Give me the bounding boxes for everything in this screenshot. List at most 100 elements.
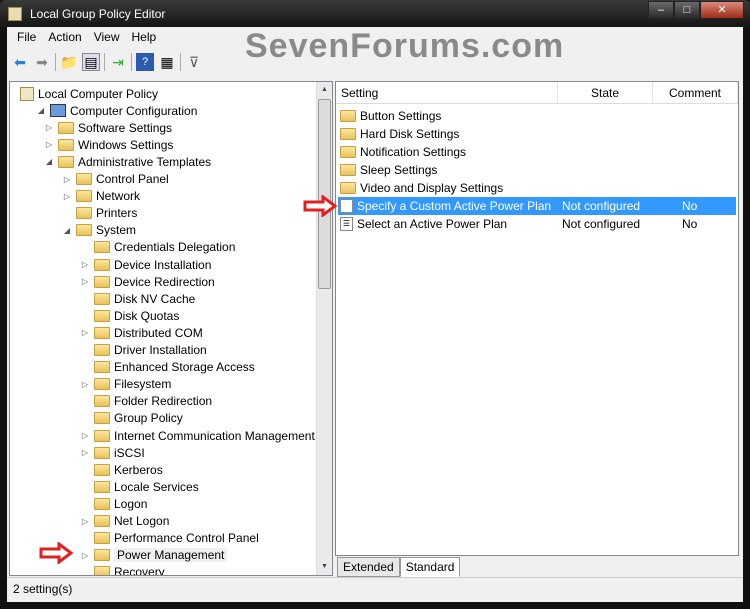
expanded-arrow-icon[interactable]: ◢ xyxy=(36,106,46,115)
tree-item-label: iSCSI xyxy=(114,445,145,460)
tree-item[interactable]: ▷ Power Management xyxy=(80,547,228,564)
expanded-arrow-icon[interactable]: ◢ xyxy=(62,226,72,235)
tree-item[interactable]: Local Computer Policy xyxy=(16,85,158,102)
close-button[interactable]: ✕ xyxy=(700,1,744,19)
tree-item[interactable]: ▷ Network xyxy=(62,188,140,205)
expanded-arrow-icon[interactable]: ◢ xyxy=(44,157,54,166)
tree-item[interactable]: ▷ Windows Settings xyxy=(44,136,173,153)
tree-item[interactable]: Recovery xyxy=(80,564,165,575)
list-row[interactable]: Hard Disk Settings xyxy=(338,125,736,143)
menu-help[interactable]: Help xyxy=(126,27,163,47)
list-row[interactable]: ☰ Select an Active Power Plan Not configur… xyxy=(338,215,736,233)
collapsed-arrow-icon[interactable]: ▷ xyxy=(62,192,72,201)
column-comment[interactable]: Comment xyxy=(653,82,738,103)
tree-item[interactable]: Logon xyxy=(80,495,147,512)
tree-item[interactable]: ▷ iSCSI xyxy=(80,444,145,461)
list-row[interactable]: ☰ Specify a Custom Active Power Plan Not c… xyxy=(338,197,736,215)
list-row[interactable]: Video and Display Settings xyxy=(338,179,736,197)
tree-item-label: Performance Control Panel xyxy=(114,531,259,546)
folder-icon xyxy=(76,173,92,185)
tree-item[interactable]: ▷ Device Redirection xyxy=(80,273,215,290)
folder-icon xyxy=(94,275,110,288)
scroll-thumb[interactable] xyxy=(318,99,331,289)
list-row[interactable]: Sleep Settings xyxy=(338,161,736,179)
tree-item[interactable]: Enhanced Storage Access xyxy=(80,359,255,376)
folder-icon xyxy=(58,138,74,151)
tree-item[interactable]: ◢ System xyxy=(62,222,136,239)
collapsed-arrow-icon[interactable]: ▷ xyxy=(80,431,90,440)
folder-icon xyxy=(340,146,356,158)
show-action-pane-icon[interactable]: ▦ xyxy=(158,53,176,71)
setting-comment: No xyxy=(682,217,698,231)
tree-item[interactable]: ▷ Device Installation xyxy=(80,256,211,273)
collapsed-arrow-icon[interactable]: ▷ xyxy=(80,260,90,269)
tree-item[interactable]: ◢ Computer Configuration xyxy=(36,102,197,119)
minimize-button[interactable]: – xyxy=(648,1,674,19)
scroll-down-icon[interactable]: ▼ xyxy=(317,559,332,575)
tree-item-label: Credentials Delegation xyxy=(114,240,236,255)
forward-icon[interactable]: ➡ xyxy=(33,53,51,71)
collapsed-arrow-icon[interactable]: ▷ xyxy=(80,277,90,286)
tree-item[interactable]: Driver Installation xyxy=(80,342,207,359)
tree-item[interactable]: ▷ Net Logon xyxy=(80,513,169,530)
tree-item[interactable]: ▷ Control Panel xyxy=(62,171,169,188)
menu-view[interactable]: View xyxy=(88,27,126,47)
show-hide-tree-icon[interactable]: ▤ xyxy=(82,53,100,71)
tree-item-label: Locale Services xyxy=(114,479,199,494)
column-setting[interactable]: Setting xyxy=(336,82,558,103)
tree-item[interactable]: Performance Control Panel xyxy=(80,530,259,547)
column-state[interactable]: State xyxy=(558,82,653,103)
folder-icon xyxy=(94,344,110,356)
collapsed-arrow-icon[interactable]: ▷ xyxy=(80,517,90,526)
tree-item-label: Software Settings xyxy=(78,120,173,135)
tree-item[interactable]: Disk Quotas xyxy=(80,307,179,324)
tree-item[interactable]: Kerberos xyxy=(80,461,163,478)
annotation-arrow-icon xyxy=(39,542,73,564)
back-icon[interactable]: ⬅ xyxy=(11,53,29,71)
tree-scrollbar[interactable]: ▲ ▼ xyxy=(316,82,332,575)
tree-item[interactable]: Disk NV Cache xyxy=(80,290,195,307)
tree-item[interactable]: Folder Redirection xyxy=(80,393,212,410)
up-folder-icon[interactable]: 📁 xyxy=(60,53,78,71)
tree-item[interactable]: Locale Services xyxy=(80,478,199,495)
tree-item[interactable]: Credentials Delegation xyxy=(80,239,235,256)
filter-icon[interactable]: ⊽ xyxy=(185,53,203,71)
tree-item-label: Enhanced Storage Access xyxy=(114,360,255,375)
tree-item[interactable]: ▷ Filesystem xyxy=(80,376,171,393)
collapsed-arrow-icon[interactable]: ▷ xyxy=(44,123,54,132)
annotation-arrow-icon xyxy=(303,195,337,217)
list-row[interactable]: Button Settings xyxy=(338,107,736,125)
tree-item[interactable]: ▷ Distributed COM xyxy=(80,324,203,341)
tree-item-label: Disk NV Cache xyxy=(114,291,196,306)
tree-item[interactable]: ◢ Administrative Templates xyxy=(44,153,211,170)
folder-icon xyxy=(94,395,110,408)
collapsed-arrow-icon[interactable]: ▷ xyxy=(80,551,90,560)
folder-icon xyxy=(94,532,110,545)
window-title: Local Group Policy Editor xyxy=(30,7,166,21)
setting-icon: ☰ xyxy=(340,199,353,213)
setting-name: Video and Display Settings xyxy=(360,181,504,195)
collapsed-arrow-icon[interactable]: ▷ xyxy=(62,175,72,184)
collapsed-arrow-icon[interactable]: ▷ xyxy=(80,328,90,337)
collapsed-arrow-icon[interactable]: ▷ xyxy=(80,448,90,457)
folder-icon xyxy=(94,326,110,339)
folder-icon xyxy=(94,241,110,254)
help-icon[interactable]: ? xyxy=(136,53,154,71)
tree-item-label: Network xyxy=(96,189,141,204)
collapsed-arrow-icon[interactable]: ▷ xyxy=(80,380,90,389)
tab-standard[interactable]: Standard xyxy=(399,557,461,577)
list-row[interactable]: Notification Settings xyxy=(338,143,736,161)
export-list-icon[interactable]: ⇥ xyxy=(109,53,127,71)
menu-file[interactable]: File xyxy=(11,27,42,47)
tree-item-label: Control Panel xyxy=(96,172,169,186)
tree-item[interactable]: ▷ Internet Communication Management xyxy=(80,427,315,444)
scroll-up-icon[interactable]: ▲ xyxy=(317,82,332,98)
maximize-button[interactable]: □ xyxy=(674,1,700,19)
tree-item-label: Windows Settings xyxy=(78,137,174,152)
collapsed-arrow-icon[interactable]: ▷ xyxy=(44,140,54,149)
menu-action[interactable]: Action xyxy=(42,27,87,47)
tree-item[interactable]: Printers xyxy=(62,205,137,222)
tab-extended[interactable]: Extended xyxy=(337,557,400,577)
tree-item[interactable]: ▷ Software Settings xyxy=(44,119,172,136)
tree-item[interactable]: Group Policy xyxy=(80,410,183,427)
